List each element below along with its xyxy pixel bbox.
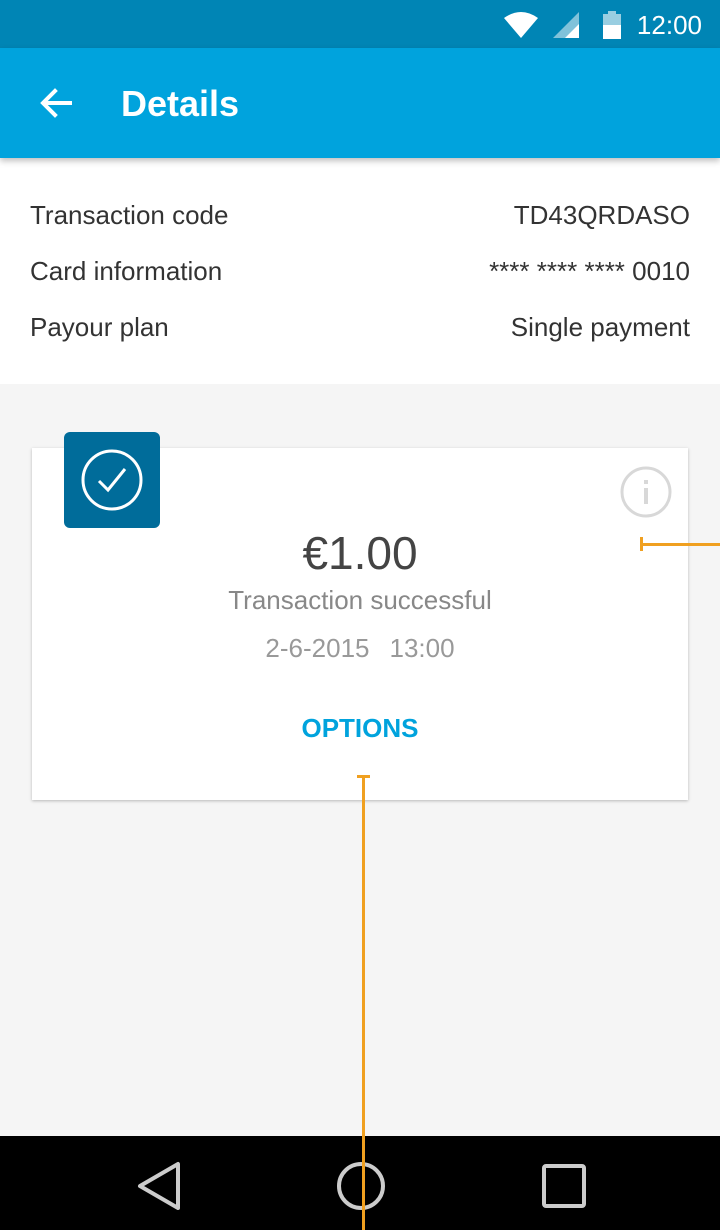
detail-label: Card information bbox=[30, 256, 223, 286]
transaction-card: €1.00 Transaction successful 2-6-2015 13:… bbox=[32, 432, 688, 800]
circle-home-icon[interactable] bbox=[331, 1156, 391, 1216]
wifi-icon bbox=[504, 12, 538, 43]
page-title: Details bbox=[121, 83, 240, 124]
transaction-datetime: 2-6-2015 13:00 bbox=[32, 633, 688, 664]
detail-label: Transaction code bbox=[30, 200, 229, 230]
square-recents-icon[interactable] bbox=[534, 1156, 594, 1216]
detail-row-card-information: Card information **** **** **** 0010 bbox=[30, 256, 690, 296]
check-circle-icon bbox=[81, 449, 143, 511]
detail-label: Payour plan bbox=[30, 312, 169, 342]
triangle-back-icon[interactable] bbox=[130, 1156, 190, 1216]
app-bar: Details bbox=[0, 48, 720, 158]
detail-value: Single payment bbox=[510, 312, 690, 342]
status-time: 12:00 bbox=[636, 10, 702, 40]
back-arrow-icon[interactable] bbox=[36, 83, 76, 123]
callout-line bbox=[362, 775, 365, 1230]
transaction-date: 2-6-2015 bbox=[265, 633, 370, 663]
navigation-bar bbox=[0, 1136, 720, 1230]
options-button[interactable]: OPTIONS bbox=[260, 706, 460, 750]
transaction-details: Transaction code TD43QRDASO Card informa… bbox=[0, 158, 720, 384]
detail-value: TD43QRDASO bbox=[513, 200, 690, 230]
signal-icon bbox=[553, 12, 579, 43]
detail-row-payout-plan: Payour plan Single payment bbox=[30, 312, 690, 352]
info-icon[interactable] bbox=[620, 466, 672, 518]
status-badge bbox=[64, 432, 160, 528]
status-bar: 12:00 bbox=[0, 0, 720, 48]
transaction-time: 13:00 bbox=[389, 633, 455, 663]
transaction-status: Transaction successful bbox=[228, 585, 492, 615]
battery-icon bbox=[602, 11, 622, 44]
detail-value: **** **** **** 0010 bbox=[489, 256, 690, 286]
callout-line bbox=[640, 543, 720, 546]
detail-row-transaction-code: Transaction code TD43QRDASO bbox=[30, 200, 690, 240]
transaction-amount: €1.00 bbox=[302, 527, 418, 579]
